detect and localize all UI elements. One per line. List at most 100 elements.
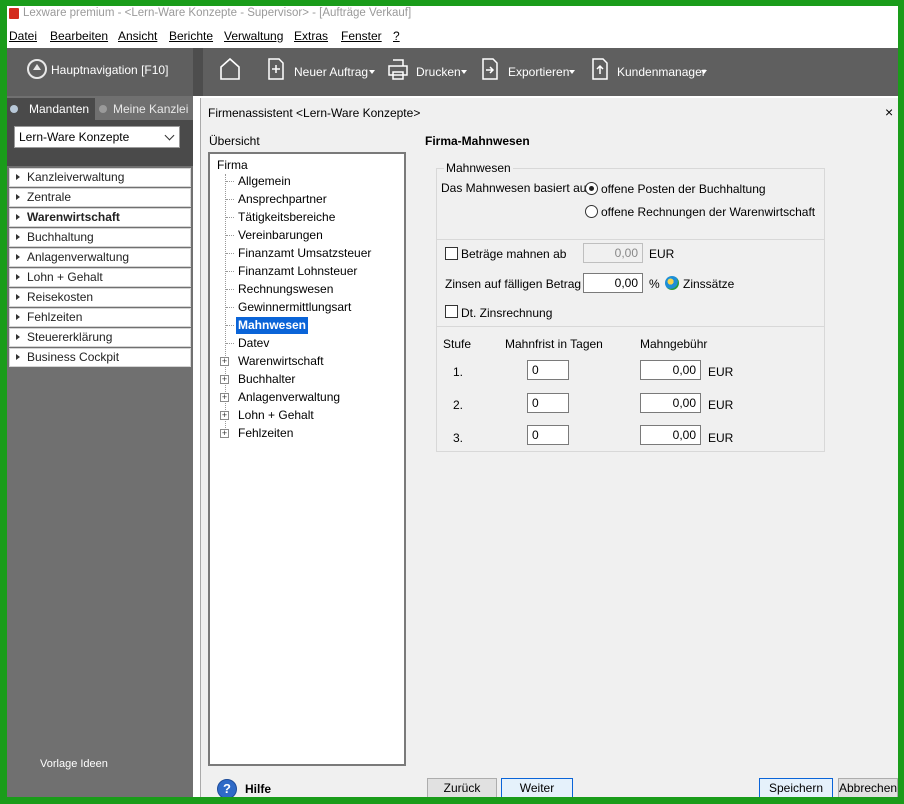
expand-plus-icon[interactable]: + bbox=[220, 375, 229, 384]
mahngebuehr-unit-2: EUR bbox=[708, 398, 734, 412]
tree-group-fehlzeiten[interactable]: Fehlzeiten bbox=[236, 425, 295, 442]
tree-group-lohn-gehalt[interactable]: Lohn + Gehalt bbox=[236, 407, 316, 424]
nav-item-kanzleiverwaltung[interactable]: Kanzleiverwaltung bbox=[9, 168, 191, 187]
nav-item-business-cockpit[interactable]: Business Cockpit bbox=[9, 348, 191, 367]
betraege-input[interactable]: 0,00 bbox=[583, 243, 643, 263]
close-icon[interactable]: × bbox=[885, 104, 893, 120]
expand-plus-icon[interactable]: + bbox=[220, 357, 229, 366]
app-icon bbox=[9, 8, 19, 19]
mahnfrist-input-1[interactable]: 0 bbox=[527, 360, 569, 380]
nav-item-buchhaltung[interactable]: Buchhaltung bbox=[9, 228, 191, 247]
menu-help[interactable]: ? bbox=[393, 29, 400, 43]
nav-item-lohn-gehalt[interactable]: Lohn + Gehalt bbox=[9, 268, 191, 287]
based-on-label: Das Mahnwesen basiert auf bbox=[441, 181, 590, 195]
menu-berichte[interactable]: Berichte bbox=[169, 29, 213, 43]
tab-mandanten-label: Mandanten bbox=[29, 102, 90, 116]
tree-connector bbox=[226, 307, 234, 308]
tab-meine-kanzlei-label: Meine Kanzlei bbox=[113, 102, 189, 116]
tree-item-taetigkeitsbereiche[interactable]: Tätigkeitsbereiche bbox=[236, 209, 337, 226]
kundenmanager-button[interactable]: Kundenmanager bbox=[589, 48, 719, 96]
radio-dot-icon bbox=[99, 105, 107, 113]
tree-item-gewinnermittlungsart[interactable]: Gewinnermittlungsart bbox=[236, 299, 353, 316]
tree-connector bbox=[226, 343, 234, 344]
drucken-button[interactable]: Drucken bbox=[381, 48, 471, 96]
tree-group-buchhalter[interactable]: Buchhalter bbox=[236, 371, 297, 388]
hauptnavigation-label: Hauptnavigation [F10] bbox=[51, 63, 169, 77]
expand-plus-icon[interactable]: + bbox=[220, 429, 229, 438]
tree-connector bbox=[226, 289, 234, 290]
radio-offene-rechnungen[interactable] bbox=[585, 205, 598, 218]
overview-label: Übersicht bbox=[209, 134, 260, 148]
menu-verwaltung[interactable]: Verwaltung bbox=[224, 29, 283, 43]
dt-zinsrechnung-checkbox[interactable] bbox=[445, 305, 458, 318]
mahngebuehr-unit-1: EUR bbox=[708, 365, 734, 379]
cancel-button[interactable]: Abbrechen bbox=[838, 778, 898, 797]
expand-plus-icon[interactable]: + bbox=[220, 411, 229, 420]
save-button[interactable]: Speichern bbox=[759, 778, 833, 797]
kundenmanager-label: Kundenmanager bbox=[617, 65, 706, 79]
tree-item-ansprechpartner[interactable]: Ansprechpartner bbox=[236, 191, 329, 208]
tree-group-anlagenverwaltung[interactable]: Anlagenverwaltung bbox=[236, 389, 342, 406]
nav-item-zentrale[interactable]: Zentrale bbox=[9, 188, 191, 207]
menu-bearbeiten[interactable]: Bearbeiten bbox=[50, 29, 108, 43]
globe-icon[interactable] bbox=[665, 276, 679, 290]
exportieren-button[interactable]: Exportieren bbox=[477, 48, 587, 96]
expand-plus-icon[interactable]: + bbox=[220, 393, 229, 402]
menu-datei[interactable]: Datei bbox=[9, 29, 37, 43]
betraege-unit: EUR bbox=[649, 247, 675, 261]
export-icon bbox=[482, 58, 498, 80]
tree-item-finanzamt-umsatzsteuer[interactable]: Finanzamt Umsatzsteuer bbox=[236, 245, 373, 262]
back-button[interactable]: Zurück bbox=[427, 778, 497, 797]
tree-item-mahnwesen[interactable]: Mahnwesen bbox=[236, 317, 309, 334]
nav-item-anlagenverwaltung[interactable]: Anlagenverwaltung bbox=[9, 248, 191, 267]
tab-meine-kanzlei[interactable]: Meine Kanzlei bbox=[95, 98, 193, 120]
mahngebuehr-input-1[interactable]: 0,00 bbox=[640, 360, 701, 380]
menu-ansicht[interactable]: Ansicht bbox=[118, 29, 157, 43]
tree-connector bbox=[226, 217, 234, 218]
mahnfrist-input-2[interactable]: 0 bbox=[527, 393, 569, 413]
stufe-1: 1. bbox=[453, 365, 464, 379]
nav-item-steuererklaerung[interactable]: Steuererklärung bbox=[9, 328, 191, 347]
tab-mandanten[interactable]: Mandanten bbox=[7, 98, 95, 120]
tree-connector bbox=[226, 271, 234, 272]
hauptnavigation-button[interactable]: Hauptnavigation [F10] bbox=[7, 48, 193, 96]
radio-offene-posten[interactable] bbox=[585, 182, 598, 195]
tree-group-warenwirtschaft[interactable]: Warenwirtschaft bbox=[236, 353, 326, 370]
home-button[interactable] bbox=[219, 48, 249, 96]
tree-root-firma[interactable]: Firma bbox=[217, 158, 248, 172]
tree-item-finanzamt-lohnsteuer[interactable]: Finanzamt Lohnsteuer bbox=[236, 263, 359, 280]
mandant-select-value: Lern-Ware Konzepte bbox=[19, 130, 130, 144]
toolbar-separator bbox=[193, 48, 203, 96]
header-stufe: Stufe bbox=[443, 337, 472, 351]
radio-offene-rechnungen-label[interactable]: offene Rechnungen der Warenwirtschaft bbox=[601, 205, 815, 219]
mahnfrist-input-3[interactable]: 0 bbox=[527, 425, 569, 445]
zinssaetze-link[interactable]: Zinssätze bbox=[683, 277, 734, 291]
next-button[interactable]: Weiter bbox=[501, 778, 573, 797]
menu-fenster[interactable]: Fenster bbox=[341, 29, 382, 43]
tree-item-allgemein[interactable]: Allgemein bbox=[236, 173, 293, 190]
zinsen-input[interactable]: 0,00 bbox=[583, 273, 643, 293]
title-bar: Lexware premium - <Lern-Ware Konzepte - … bbox=[7, 6, 898, 22]
mandant-select[interactable]: Lern-Ware Konzepte bbox=[14, 126, 180, 148]
menu-extras[interactable]: Extras bbox=[294, 29, 328, 43]
radio-offene-posten-label[interactable]: offene Posten der Buchhaltung bbox=[601, 182, 766, 196]
tree-item-datev[interactable]: Datev bbox=[236, 335, 271, 352]
stufe-3: 3. bbox=[453, 431, 464, 445]
help-icon[interactable]: ? bbox=[217, 779, 237, 797]
caret-down-icon bbox=[701, 70, 707, 74]
nav-list: Kanzleiverwaltung Zentrale Warenwirtscha… bbox=[9, 168, 191, 368]
betraege-checkbox[interactable] bbox=[445, 247, 458, 260]
mahngebuehr-input-3[interactable]: 0,00 bbox=[640, 425, 701, 445]
mahngebuehr-input-2[interactable]: 0,00 bbox=[640, 393, 701, 413]
help-label[interactable]: Hilfe bbox=[245, 782, 271, 796]
tree-item-vereinbarungen[interactable]: Vereinbarungen bbox=[236, 227, 325, 244]
vorlage-ideen-link[interactable]: Vorlage Ideen bbox=[40, 758, 108, 770]
nav-item-fehlzeiten[interactable]: Fehlzeiten bbox=[9, 308, 191, 327]
tree-item-rechnungswesen[interactable]: Rechnungswesen bbox=[236, 281, 335, 298]
nav-item-warenwirtschaft[interactable]: Warenwirtschaft bbox=[9, 208, 191, 227]
neuer-auftrag-button[interactable]: Neuer Auftrag bbox=[259, 48, 379, 96]
new-document-icon bbox=[268, 58, 284, 80]
nav-item-reisekosten[interactable]: Reisekosten bbox=[9, 288, 191, 307]
dialog-title: Firmenassistent <Lern-Ware Konzepte> bbox=[208, 106, 421, 120]
neuer-auftrag-label: Neuer Auftrag bbox=[294, 65, 369, 79]
